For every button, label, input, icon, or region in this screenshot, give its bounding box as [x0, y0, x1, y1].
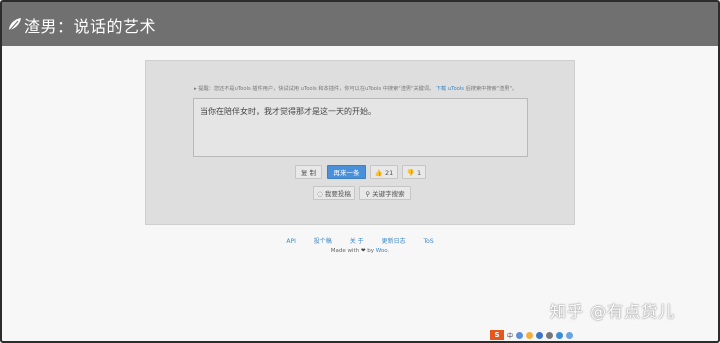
- footer-link-changelog[interactable]: 更新日志: [382, 238, 406, 245]
- watermark: 知乎 @有点货儿: [550, 302, 676, 321]
- shirt-icon[interactable]: [556, 331, 564, 339]
- author-link[interactable]: Woo.: [376, 248, 390, 254]
- dislike-count: 1: [417, 169, 422, 177]
- moon-icon[interactable]: [516, 331, 524, 339]
- keyword-search-button[interactable]: ⚲ 关键字搜索: [359, 186, 411, 200]
- contribute-button[interactable]: ◌ 我要投稿: [313, 186, 355, 200]
- footer-link-api[interactable]: API: [286, 238, 296, 245]
- emoji-icon[interactable]: [526, 331, 534, 339]
- microphone-icon[interactable]: [536, 331, 544, 339]
- footer-link-about[interactable]: 关 于: [350, 238, 364, 245]
- lightbulb-icon: ◌: [317, 190, 323, 198]
- top-bar: 渣男：说话的艺术: [2, 2, 718, 46]
- main-panel: ▸ 提醒：您还不是uTools 插件用户，快试试用 uTools 和本插件，你可…: [145, 60, 575, 225]
- heart-icon: ❤: [360, 248, 366, 254]
- quote-textarea[interactable]: 当你在陪伴女时，我才觉得那才是这一天的开始。: [193, 98, 528, 157]
- made-with-line: Made with ❤ by Woo.: [330, 248, 390, 254]
- footer-link-contribute[interactable]: 投个稿: [314, 238, 332, 245]
- search-icon: ⚲: [365, 190, 371, 198]
- download-utools-link[interactable]: 下载 uTools: [436, 86, 464, 92]
- install-notice: ▸ 提醒：您还不是uTools 插件用户，快试试用 uTools 和本插件，你可…: [194, 86, 518, 92]
- footer-links: API 投个稿 关 于 更新日志 ToS: [0, 236, 720, 245]
- leaf-logo-icon: [9, 18, 21, 31]
- page-title: 渣男：说话的艺术: [24, 17, 157, 36]
- system-tray: S 中: [490, 330, 574, 340]
- ime-icon[interactable]: S: [490, 330, 504, 340]
- next-button[interactable]: 再来一条: [327, 165, 366, 179]
- footer-link-tos[interactable]: ToS: [424, 238, 434, 245]
- thumbs-up-icon: 👍: [374, 169, 383, 177]
- copy-button[interactable]: 复 制: [295, 165, 322, 179]
- keyboard-icon[interactable]: [546, 331, 554, 339]
- thumbs-down-icon: 👎: [406, 169, 415, 177]
- ime-language[interactable]: 中: [507, 331, 513, 340]
- dislike-button[interactable]: 👎 1: [402, 165, 426, 179]
- like-button[interactable]: 👍 21: [370, 165, 398, 179]
- like-count: 21: [384, 169, 394, 177]
- grid-icon[interactable]: [566, 331, 574, 339]
